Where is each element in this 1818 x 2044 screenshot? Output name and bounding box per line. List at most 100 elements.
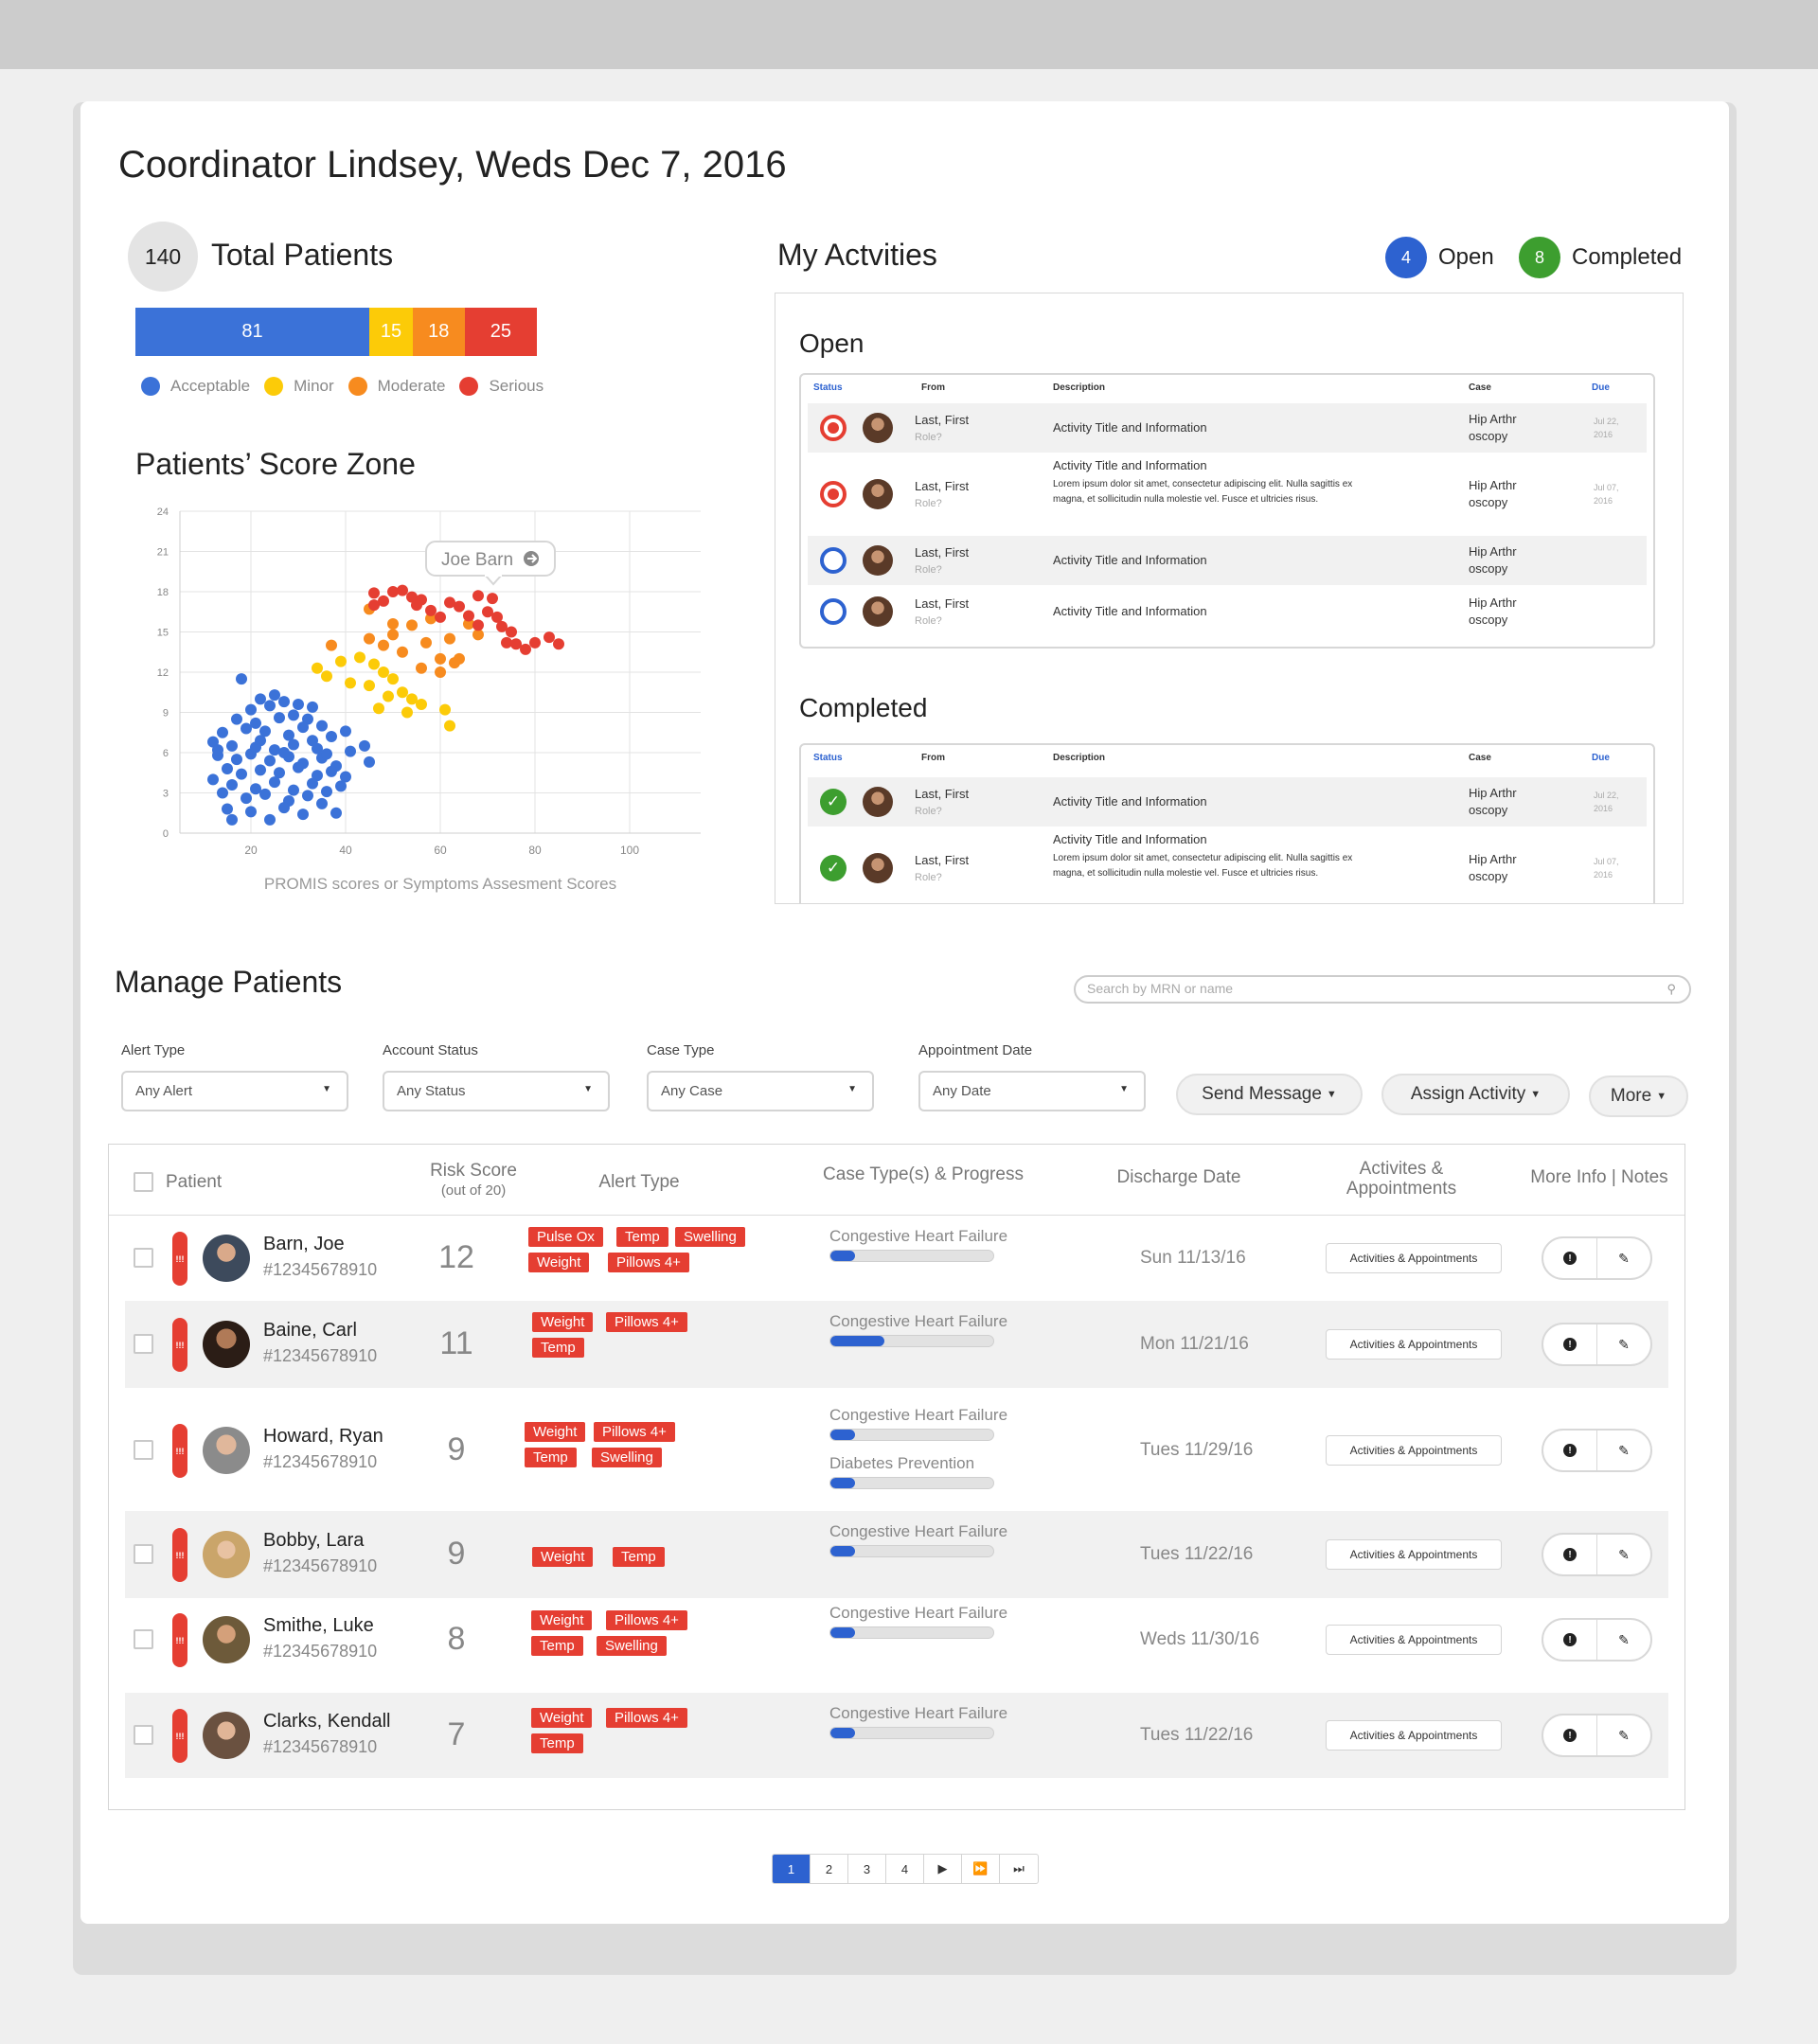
row-checkbox[interactable] [134, 1629, 153, 1649]
column-activities[interactable]: Activites & Appointments [1311, 1159, 1491, 1199]
row-checkbox[interactable] [134, 1334, 153, 1354]
activities-appointments-button[interactable]: Activities & Appointments [1326, 1625, 1502, 1655]
notes-button[interactable]: ✎ [1596, 1431, 1650, 1470]
alert-indicator-icon[interactable]: !!! [172, 1424, 187, 1478]
alert-indicator-icon[interactable]: !!! [172, 1528, 187, 1582]
row-checkbox[interactable] [134, 1725, 153, 1745]
filter-select[interactable]: Any Status ▼ [383, 1071, 610, 1111]
page-button[interactable]: 1 [773, 1855, 811, 1883]
activity-row[interactable]: ✓ Last, First Role? Activity Title and Info… [808, 828, 1647, 903]
send-message-button[interactable]: Send Message ▼ [1176, 1074, 1363, 1115]
more-info-button[interactable]: ! [1543, 1324, 1596, 1364]
alert-tag[interactable]: Pillows 4+ [606, 1708, 687, 1728]
alert-tag[interactable]: Pillows 4+ [606, 1312, 687, 1332]
more-info-button[interactable]: ! [1543, 1238, 1596, 1278]
more-info-button[interactable]: ! [1543, 1620, 1596, 1660]
page-button[interactable]: 2 [811, 1855, 848, 1883]
severity-segment[interactable]: 15 [369, 308, 413, 356]
activities-appointments-button[interactable]: Activities & Appointments [1326, 1243, 1502, 1273]
alert-tag[interactable]: Weight [532, 1312, 594, 1332]
y-tick-label: 0 [163, 828, 169, 840]
more-info-button[interactable]: ! [1543, 1715, 1596, 1755]
open-count-badge[interactable]: 4 Open [1385, 237, 1494, 278]
select-all-checkbox[interactable] [134, 1172, 153, 1192]
row-checkbox[interactable] [134, 1248, 153, 1268]
alert-indicator-icon[interactable]: !!! [172, 1232, 187, 1286]
patient-name[interactable]: Bobby, Lara [263, 1530, 364, 1552]
notes-button[interactable]: ✎ [1596, 1620, 1650, 1660]
row-checkbox[interactable] [134, 1544, 153, 1564]
table-row[interactable]: !!! Bobby, Lara #12345678910 9 Weight Temp Con… [125, 1511, 1668, 1598]
table-row[interactable]: !!! Clarks, Kendall #12345678910 7 Weight Pil… [125, 1693, 1668, 1778]
activities-appointments-button[interactable]: Activities & Appointments [1326, 1720, 1502, 1751]
page-button[interactable]: 4 [886, 1855, 924, 1883]
column-risk-score[interactable]: Risk Score (out of 20) [393, 1161, 554, 1200]
patient-name[interactable]: Clarks, Kendall [263, 1711, 391, 1733]
notes-button[interactable]: ✎ [1596, 1535, 1650, 1574]
table-row[interactable]: !!! Baine, Carl #12345678910 11 Weight Pillow… [125, 1301, 1668, 1388]
filter-select[interactable]: Any Alert ▼ [121, 1071, 348, 1111]
table-row[interactable]: !!! Smithe, Luke #12345678910 8 Weight Pillow… [125, 1592, 1668, 1687]
patient-name[interactable]: Smithe, Luke [263, 1615, 374, 1637]
alert-tag[interactable]: Pillows 4+ [608, 1253, 689, 1272]
next-page-icon[interactable]: ▶ [924, 1855, 962, 1883]
filter-select[interactable]: Any Case ▼ [647, 1071, 874, 1111]
table-row[interactable]: !!! Howard, Ryan #12345678910 9 Weight Pillow… [125, 1395, 1668, 1506]
alert-indicator-icon[interactable]: !!! [172, 1318, 187, 1372]
column-alert-type[interactable]: Alert Type [582, 1172, 696, 1192]
alert-tag[interactable]: Pillows 4+ [594, 1422, 675, 1442]
alert-tag[interactable]: Swelling [675, 1227, 745, 1247]
activities-appointments-button[interactable]: Activities & Appointments [1326, 1329, 1502, 1360]
activities-appointments-button[interactable]: Activities & Appointments [1326, 1539, 1502, 1570]
completed-count-badge[interactable]: 8 Completed [1519, 237, 1682, 278]
more-button[interactable]: More ▼ [1589, 1075, 1688, 1117]
alert-tag[interactable]: Pillows 4+ [606, 1610, 687, 1630]
assign-activity-button[interactable]: Assign Activity ▼ [1381, 1074, 1570, 1115]
search-input[interactable]: Search by MRN or name ⚲ [1074, 975, 1691, 1004]
data-point [226, 779, 238, 791]
filter-select[interactable]: Any Date ▼ [918, 1071, 1146, 1111]
alert-tag[interactable]: Temp [531, 1636, 583, 1656]
table-row[interactable]: !!! Barn, Joe #12345678910 12 Pulse Ox Temp Sw… [125, 1216, 1668, 1301]
alert-tag[interactable]: Temp [525, 1448, 577, 1467]
fast-forward-icon[interactable]: ⏩ [962, 1855, 1000, 1883]
severity-segment[interactable]: 25 [464, 308, 537, 356]
activity-row[interactable]: Last, First Role? Activity Title and Infor… [808, 587, 1647, 636]
more-info-button[interactable]: ! [1543, 1535, 1596, 1574]
alert-indicator-icon[interactable]: !!! [172, 1613, 187, 1667]
alert-indicator-icon[interactable]: !!! [172, 1709, 187, 1763]
more-info-button[interactable]: ! [1543, 1431, 1596, 1470]
page-button[interactable]: 3 [848, 1855, 886, 1883]
column-discharge-date[interactable]: Discharge Date [1103, 1167, 1255, 1187]
alert-tag[interactable]: Pulse Ox [528, 1227, 603, 1247]
alert-tag[interactable]: Weight [525, 1422, 586, 1442]
severity-segment[interactable]: 18 [412, 308, 465, 356]
alert-tag[interactable]: Swelling [597, 1636, 667, 1656]
activity-row[interactable]: Last, First Role? Activity Title and Infor… [808, 403, 1647, 453]
patient-name[interactable]: Howard, Ryan [263, 1426, 383, 1448]
activities-appointments-button[interactable]: Activities & Appointments [1326, 1435, 1502, 1466]
notes-button[interactable]: ✎ [1596, 1324, 1650, 1364]
activity-row[interactable]: ✓ Last, First Role? Activity Title and Info… [808, 777, 1647, 826]
notes-button[interactable]: ✎ [1596, 1238, 1650, 1278]
alert-tag[interactable]: Temp [616, 1227, 668, 1247]
activities-panel[interactable]: Open Status From Description Case Due Last, F… [775, 293, 1684, 904]
patient-name[interactable]: Barn, Joe [263, 1234, 345, 1255]
column-case-type[interactable]: Case Type(s) & Progress [810, 1164, 1037, 1184]
alert-tag[interactable]: Temp [531, 1733, 583, 1753]
severity-segment[interactable]: 81 [135, 308, 370, 356]
patient-name[interactable]: Baine, Carl [263, 1320, 357, 1342]
notes-button[interactable]: ✎ [1596, 1715, 1650, 1755]
alert-tag[interactable]: Weight [531, 1610, 593, 1630]
alert-tag[interactable]: Temp [532, 1338, 584, 1358]
row-checkbox[interactable] [134, 1440, 153, 1460]
alert-tag[interactable]: Weight [531, 1708, 593, 1728]
alert-tag[interactable]: Temp [613, 1547, 665, 1567]
activity-row[interactable]: Last, First Role? Activity Title and Infor… [808, 536, 1647, 585]
column-patient[interactable]: Patient [166, 1172, 222, 1192]
last-page-icon[interactable]: ⏭ [1000, 1855, 1038, 1883]
alert-tag[interactable]: Weight [532, 1547, 594, 1567]
alert-tag[interactable]: Weight [528, 1253, 590, 1272]
activity-row[interactable]: Last, First Role? Activity Title and Infor… [808, 454, 1647, 534]
alert-tag[interactable]: Swelling [592, 1448, 662, 1467]
